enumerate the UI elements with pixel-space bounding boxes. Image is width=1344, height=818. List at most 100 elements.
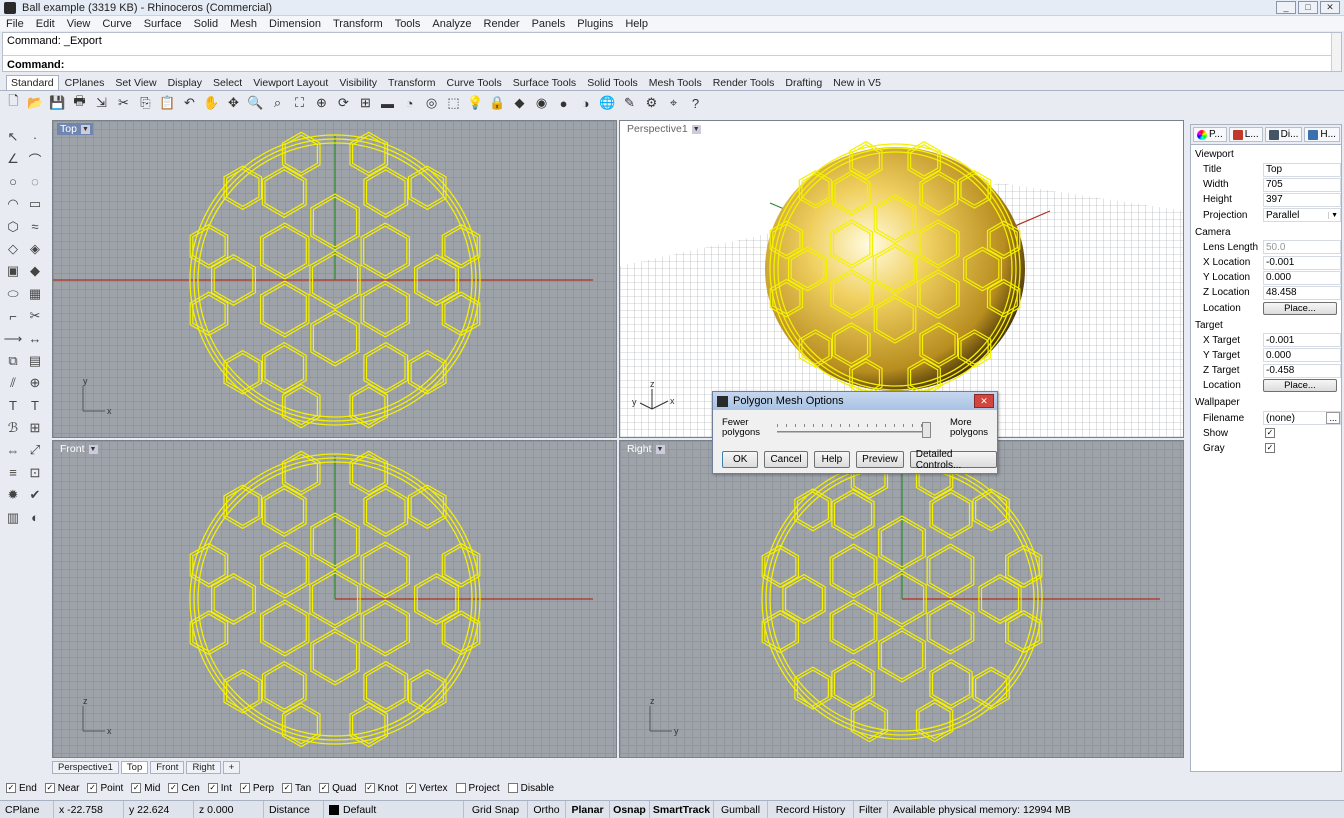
trim-icon[interactable]: ✂ bbox=[24, 305, 46, 327]
rendered-icon[interactable]: ◑ bbox=[576, 94, 595, 113]
tab-solid-tools[interactable]: Solid Tools bbox=[582, 75, 643, 90]
osnap-checkbox[interactable]: ✓ bbox=[44, 783, 55, 793]
lock-icon[interactable]: 🔒 bbox=[488, 94, 507, 113]
viewport-right[interactable]: z y Right ▼ bbox=[619, 440, 1184, 758]
property-value[interactable]: -0.458 bbox=[1263, 363, 1341, 378]
viewport-top-label[interactable]: Top ▼ bbox=[57, 123, 93, 135]
density-slider-thumb[interactable] bbox=[922, 422, 931, 438]
join-icon[interactable]: ⊕ bbox=[24, 372, 46, 394]
cplane-indicator[interactable]: CPlane bbox=[0, 801, 54, 818]
property-value[interactable]: 48.458 bbox=[1263, 285, 1341, 300]
osnap-end[interactable]: ✓ End bbox=[6, 783, 37, 794]
surface-icon[interactable]: ◇ bbox=[2, 238, 24, 260]
tab-visibility[interactable]: Visibility bbox=[334, 75, 382, 90]
viewport-tab-front[interactable]: Front bbox=[150, 761, 185, 774]
planar-toggle[interactable]: Planar bbox=[566, 801, 610, 818]
select-icon[interactable]: ⬚ bbox=[444, 94, 463, 113]
chevron-down-icon[interactable]: ▼ bbox=[691, 124, 701, 134]
tab-display[interactable]: Display bbox=[163, 75, 207, 90]
dialog-close-button[interactable]: ✕ bbox=[974, 394, 994, 408]
mirror-icon[interactable]: ⊞ bbox=[24, 417, 46, 439]
import-icon[interactable]: ⇲ bbox=[92, 94, 111, 113]
osnap-vertex[interactable]: ✓ Vertex bbox=[406, 783, 448, 794]
osnap-checkbox[interactable]: ✓ bbox=[87, 783, 98, 793]
osnap-checkbox[interactable]: ✓ bbox=[239, 783, 250, 793]
menu-analyze[interactable]: Analyze bbox=[432, 18, 471, 30]
osnap-checkbox[interactable]: ✓ bbox=[207, 783, 218, 793]
copy-icon[interactable]: ⎘ bbox=[136, 94, 155, 113]
grid-snap-toggle[interactable]: Grid Snap bbox=[464, 801, 528, 818]
osnap-knot[interactable]: ✓ Knot bbox=[364, 783, 398, 794]
property-value[interactable]: -0.001 bbox=[1263, 255, 1341, 270]
check-icon[interactable]: ✔ bbox=[24, 484, 46, 506]
surface-tools-icon[interactable]: ◈ bbox=[24, 238, 46, 260]
chevron-down-icon[interactable]: ▼ bbox=[80, 124, 90, 134]
osnap-project[interactable]: Project bbox=[455, 783, 500, 794]
undo-icon[interactable]: ↶ bbox=[180, 94, 199, 113]
property-value[interactable]: 0.000 bbox=[1263, 270, 1341, 285]
place-button[interactable]: Place... bbox=[1263, 379, 1337, 393]
cplane-icon[interactable]: ▬ bbox=[378, 94, 397, 113]
osnap-perp[interactable]: ✓ Perp bbox=[239, 783, 274, 794]
four-viewports-icon[interactable]: ⊞ bbox=[356, 94, 375, 113]
osnap-int[interactable]: ✓ Int bbox=[207, 783, 232, 794]
osnap-checkbox[interactable]: ✓ bbox=[319, 783, 330, 793]
osnap-disable[interactable]: Disable bbox=[507, 783, 554, 794]
menu-dimension[interactable]: Dimension bbox=[269, 18, 321, 30]
cylinder-icon[interactable]: ⬭ bbox=[2, 283, 24, 305]
control-point-curve-icon[interactable]: ⌒ bbox=[24, 148, 46, 170]
ellipse-icon[interactable]: ◌ bbox=[24, 171, 46, 193]
add-viewport-tab[interactable]: + bbox=[222, 761, 241, 774]
analyze-icon[interactable]: ✹ bbox=[2, 484, 24, 506]
viewport-perspective-label[interactable]: Perspective1 ▼ bbox=[624, 123, 704, 135]
menu-transform[interactable]: Transform bbox=[333, 18, 383, 30]
osnap-cen[interactable]: ✓ Cen bbox=[168, 783, 200, 794]
menu-file[interactable]: File bbox=[6, 18, 24, 30]
tab-display[interactable]: Di... bbox=[1264, 127, 1303, 142]
color-wheel-icon[interactable]: ◉ bbox=[532, 94, 551, 113]
osnap-checkbox[interactable] bbox=[507, 783, 518, 793]
render-tools-icon[interactable]: ▥ bbox=[2, 507, 24, 529]
curve-tools-icon[interactable]: ≈ bbox=[24, 216, 46, 238]
paint-icon[interactable]: ◐ bbox=[24, 507, 46, 529]
pan-icon[interactable]: ✋ bbox=[202, 94, 221, 113]
tab-surface-tools[interactable]: Surface Tools bbox=[508, 75, 581, 90]
tab-viewport-layout[interactable]: Viewport Layout bbox=[248, 75, 333, 90]
menu-panels[interactable]: Panels bbox=[532, 18, 566, 30]
gumball-toggle[interactable]: Gumball bbox=[714, 801, 768, 818]
property-value[interactable]: -0.001 bbox=[1263, 333, 1341, 348]
chevron-down-icon[interactable]: ▼ bbox=[655, 444, 665, 454]
osnap-checkbox[interactable]: ✓ bbox=[168, 783, 179, 793]
show-checkbox[interactable]: ✓ bbox=[1265, 428, 1275, 439]
osnap-checkbox[interactable]: ✓ bbox=[406, 783, 417, 793]
menu-surface[interactable]: Surface bbox=[144, 18, 182, 30]
osnap-near[interactable]: ✓ Near bbox=[44, 783, 79, 794]
tab-cplanes[interactable]: CPlanes bbox=[60, 75, 110, 90]
select-icon[interactable]: ↖ bbox=[2, 126, 24, 148]
menu-view[interactable]: View bbox=[67, 18, 91, 30]
polygon-icon[interactable]: ⬡ bbox=[2, 216, 24, 238]
chevron-down-icon[interactable]: ▼ bbox=[88, 444, 98, 454]
print-icon[interactable]: 🖶 bbox=[70, 93, 89, 113]
property-value[interactable]: 705 bbox=[1263, 177, 1341, 192]
solid-tools-icon[interactable]: ◆ bbox=[24, 260, 46, 282]
scale-icon[interactable]: ⇔ bbox=[2, 439, 24, 461]
menu-mesh[interactable]: Mesh bbox=[230, 18, 257, 30]
open-folder-icon[interactable]: 📂 bbox=[26, 94, 45, 113]
dimension-icon[interactable]: ↔ bbox=[24, 328, 46, 350]
property-value[interactable]: Parallel ▼ bbox=[1263, 208, 1341, 223]
named-view-icon[interactable]: ◎ bbox=[422, 94, 441, 113]
tab-set-view[interactable]: Set View bbox=[110, 75, 161, 90]
block-icon[interactable]: ▤ bbox=[24, 350, 46, 372]
osnap-checkbox[interactable]: ✓ bbox=[6, 783, 16, 793]
new-file-icon[interactable]: 🗋 bbox=[4, 93, 23, 113]
osnap-toggle[interactable]: Osnap bbox=[610, 801, 650, 818]
property-value[interactable]: Top bbox=[1263, 162, 1341, 177]
osnap-tan[interactable]: ✓ Tan bbox=[282, 783, 311, 794]
tab-drafting[interactable]: Drafting bbox=[780, 75, 827, 90]
osnap-checkbox[interactable]: ✓ bbox=[364, 783, 375, 793]
group-icon[interactable]: ⧉ bbox=[2, 350, 24, 372]
viewport-right-label[interactable]: Right ▼ bbox=[624, 443, 668, 455]
menu-edit[interactable]: Edit bbox=[36, 18, 55, 30]
viewport-tab-right[interactable]: Right bbox=[186, 761, 221, 774]
